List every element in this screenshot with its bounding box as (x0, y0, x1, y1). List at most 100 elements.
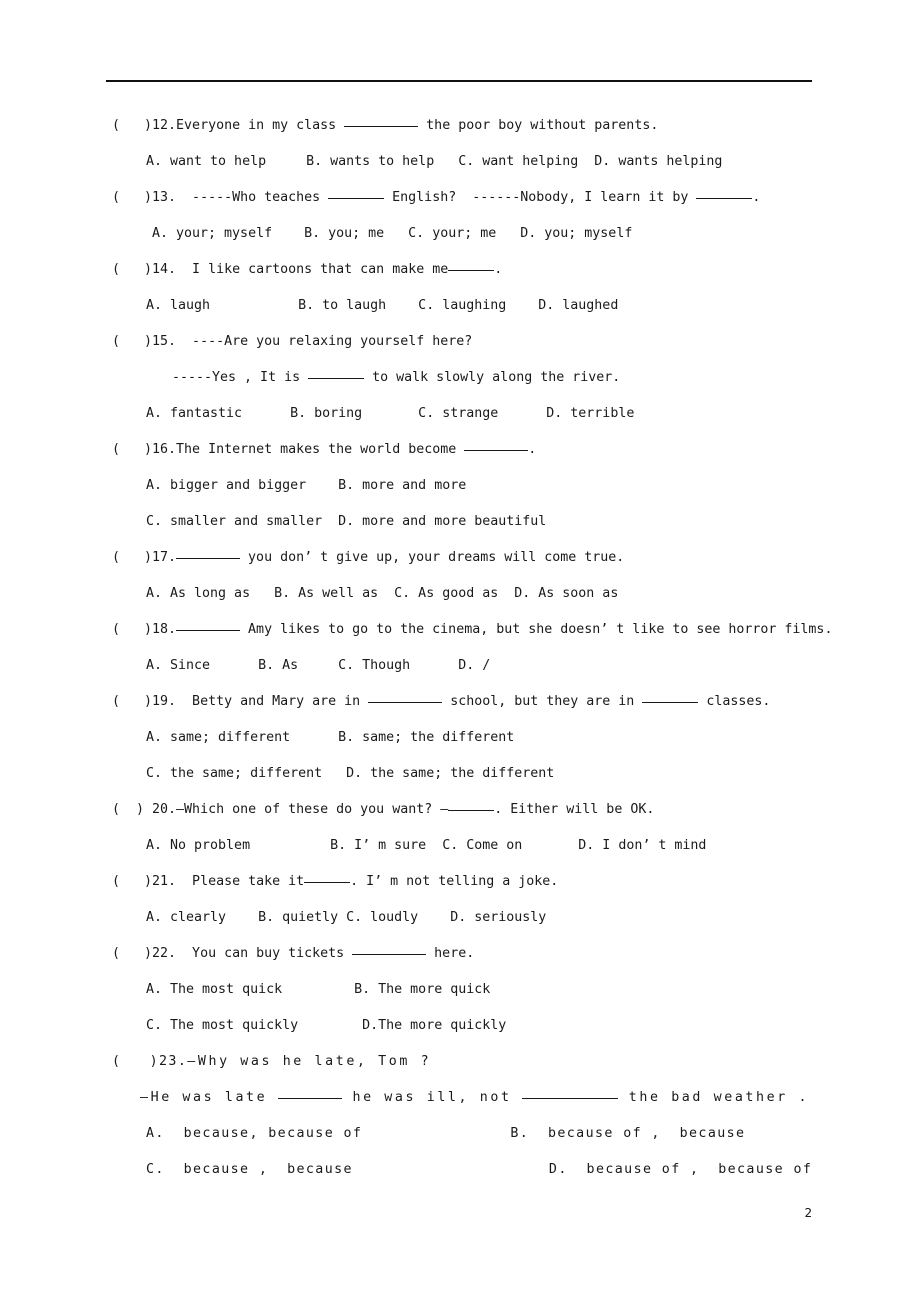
stem-text-before: ----Are you relaxing yourself here? (176, 334, 473, 349)
option-b[interactable]: B. because of , because (510, 1126, 745, 1141)
question-stem: ( )15. ----Are you relaxing yourself her… (0, 324, 920, 360)
option-row[interactable]: C. because , because D. because of , beca… (0, 1152, 920, 1188)
option-row[interactable]: A. fantastic B. boring C. strange D. ter… (0, 396, 920, 432)
option-d[interactable]: D. because of , because of (549, 1162, 812, 1177)
option-row[interactable]: A. laugh B. to laugh C. laughing D. laug… (0, 288, 920, 324)
question-stem: ( )12.Everyone in my class the poor boy … (0, 108, 920, 144)
answer-blank[interactable] (642, 691, 699, 703)
question-q15: ( )15. ----Are you relaxing yourself her… (0, 324, 920, 432)
answer-blank[interactable] (176, 547, 241, 559)
answer-blank[interactable] (344, 115, 419, 127)
option-row[interactable]: C. the same; different D. the same; the … (0, 756, 920, 792)
option-row[interactable]: A. your; myself B. you; me C. your; me D… (0, 216, 920, 252)
option-row[interactable]: A. Since B. As C. Though D. / (0, 648, 920, 684)
stem-text-after: . Either will be OK. (494, 802, 655, 817)
question-q19: ( )19. Betty and Mary are in school, but… (0, 684, 920, 792)
question-stem: ( )22. You can buy tickets here. (0, 936, 920, 972)
question-stem: ( )13. -----Who teaches English? ------N… (0, 180, 920, 216)
answer-blank[interactable] (328, 187, 385, 199)
answer-bracket[interactable]: ( )23. (112, 1054, 187, 1069)
option-row[interactable]: C. The most quickly D.The more quickly (0, 1008, 920, 1044)
question-q14: ( )14. I like cartoons that can make me.… (0, 252, 920, 324)
exam-page: ( )12.Everyone in my class the poor boy … (0, 0, 920, 1302)
stem-text-before: —Which one of these do you want? — (176, 802, 449, 817)
answer-blank[interactable] (304, 871, 351, 883)
answer-blank[interactable] (176, 619, 241, 631)
answer-bracket[interactable]: ( )14. (112, 262, 176, 277)
stem-text-after: . I’ m not telling a joke. (350, 874, 559, 889)
option-a[interactable]: A. because, because of (146, 1126, 362, 1141)
stem-text-after: the bad weather . (618, 1090, 810, 1105)
stem-text-after: the poor boy without parents. (418, 118, 659, 133)
question-stem: ( )18. Amy likes to go to the cinema, bu… (0, 612, 920, 648)
question-stem: ( )23.—Why was he late, Tom ? (0, 1044, 920, 1080)
question-q22: ( )22. You can buy tickets here. A. The … (0, 936, 920, 1044)
answer-bracket[interactable]: ( ) 20. (112, 802, 176, 817)
stem-text-before: -----Yes , It is (172, 370, 309, 385)
stem-text-before: Everyone in my class (176, 118, 345, 133)
answer-bracket[interactable]: ( )12. (112, 118, 176, 133)
question-stem: ( )17. you don’ t give up, your dreams w… (0, 540, 920, 576)
answer-blank[interactable] (277, 1087, 342, 1099)
stem-text-before: You can buy tickets (176, 946, 353, 961)
answer-blank[interactable] (368, 691, 443, 703)
answer-bracket[interactable]: ( )18. (112, 622, 176, 637)
option-row[interactable]: A. As long as B. As well as C. As good a… (0, 576, 920, 612)
option-row[interactable]: A. same; different B. same; the differen… (0, 720, 920, 756)
header-rule (106, 80, 812, 82)
stem-text-before: Please take it (176, 874, 305, 889)
stem-text-after: Amy likes to go to the cinema, but she d… (240, 622, 833, 637)
stem-text-before: Betty and Mary are in (176, 694, 369, 709)
answer-bracket[interactable]: ( )13. (112, 190, 176, 205)
stem-text-before: I like cartoons that can make me (176, 262, 449, 277)
stem-text-after: classes. (698, 694, 771, 709)
stem-text-after: you don’ t give up, your dreams will com… (240, 550, 625, 565)
stem-text-mid: he was ill, not (341, 1090, 523, 1105)
question-stem-continued: -----Yes , It is to walk slowly along th… (0, 360, 920, 396)
stem-text-after: . (752, 190, 761, 205)
question-q18: ( )18. Amy likes to go to the cinema, bu… (0, 612, 920, 684)
stem-text-before: -----Who teaches (176, 190, 329, 205)
stem-text-before: —He was late (140, 1090, 278, 1105)
stem-text-after: here. (426, 946, 475, 961)
option-row[interactable]: A. want to help B. wants to help C. want… (0, 144, 920, 180)
answer-blank[interactable] (696, 187, 753, 199)
question-stem: ( )14. I like cartoons that can make me. (0, 252, 920, 288)
question-q23: ( )23.—Why was he late, Tom ? —He was la… (0, 1044, 920, 1188)
answer-blank[interactable] (522, 1087, 619, 1099)
option-row[interactable]: A. bigger and bigger B. more and more (0, 468, 920, 504)
answer-bracket[interactable]: ( )21. (112, 874, 176, 889)
question-stem: ( )21. Please take it . I’ m not telling … (0, 864, 920, 900)
answer-blank[interactable] (448, 799, 495, 811)
option-row[interactable]: A. The most quick B. The more quick (0, 972, 920, 1008)
stem-text-before: The Internet makes the world become (176, 442, 465, 457)
page-number: 2 (804, 1205, 812, 1220)
option-row[interactable]: A. because, because of B. because of , be… (0, 1116, 920, 1152)
question-stem: ( )19. Betty and Mary are in school, but… (0, 684, 920, 720)
answer-bracket[interactable]: ( )16. (112, 442, 176, 457)
question-q17: ( )17. you don’ t give up, your dreams w… (0, 540, 920, 612)
question-q21: ( )21. Please take it . I’ m not telling … (0, 864, 920, 936)
question-q20: ( ) 20.—Which one of these do you want? … (0, 792, 920, 864)
stem-text-before: —Why was he late, Tom ? (187, 1054, 432, 1069)
stem-text-after: to walk slowly along the river. (364, 370, 621, 385)
answer-blank[interactable] (464, 439, 529, 451)
option-row[interactable]: C. smaller and smaller D. more and more … (0, 504, 920, 540)
option-row[interactable]: A. clearly B. quietly C. loudly D. serio… (0, 900, 920, 936)
option-c[interactable]: C. because , because (146, 1162, 353, 1177)
question-stem-continued: —He was late he was ill, not the bad wea… (0, 1080, 920, 1116)
answer-bracket[interactable]: ( )17. (112, 550, 176, 565)
answer-bracket[interactable]: ( )19. (112, 694, 176, 709)
stem-text-after: . (528, 442, 537, 457)
question-q12: ( )12.Everyone in my class the poor boy … (0, 108, 920, 180)
answer-blank[interactable] (308, 367, 365, 379)
answer-blank[interactable] (448, 259, 495, 271)
question-list: ( )12.Everyone in my class the poor boy … (0, 108, 920, 1188)
question-stem: ( )16.The Internet makes the world becom… (0, 432, 920, 468)
answer-bracket[interactable]: ( )22. (112, 946, 176, 961)
answer-blank[interactable] (352, 943, 427, 955)
question-stem: ( ) 20.—Which one of these do you want? … (0, 792, 920, 828)
answer-bracket[interactable]: ( )15. (112, 334, 176, 349)
stem-text-mid: school, but they are in (442, 694, 643, 709)
option-row[interactable]: A. No problem B. I’ m sure C. Come on D.… (0, 828, 920, 864)
